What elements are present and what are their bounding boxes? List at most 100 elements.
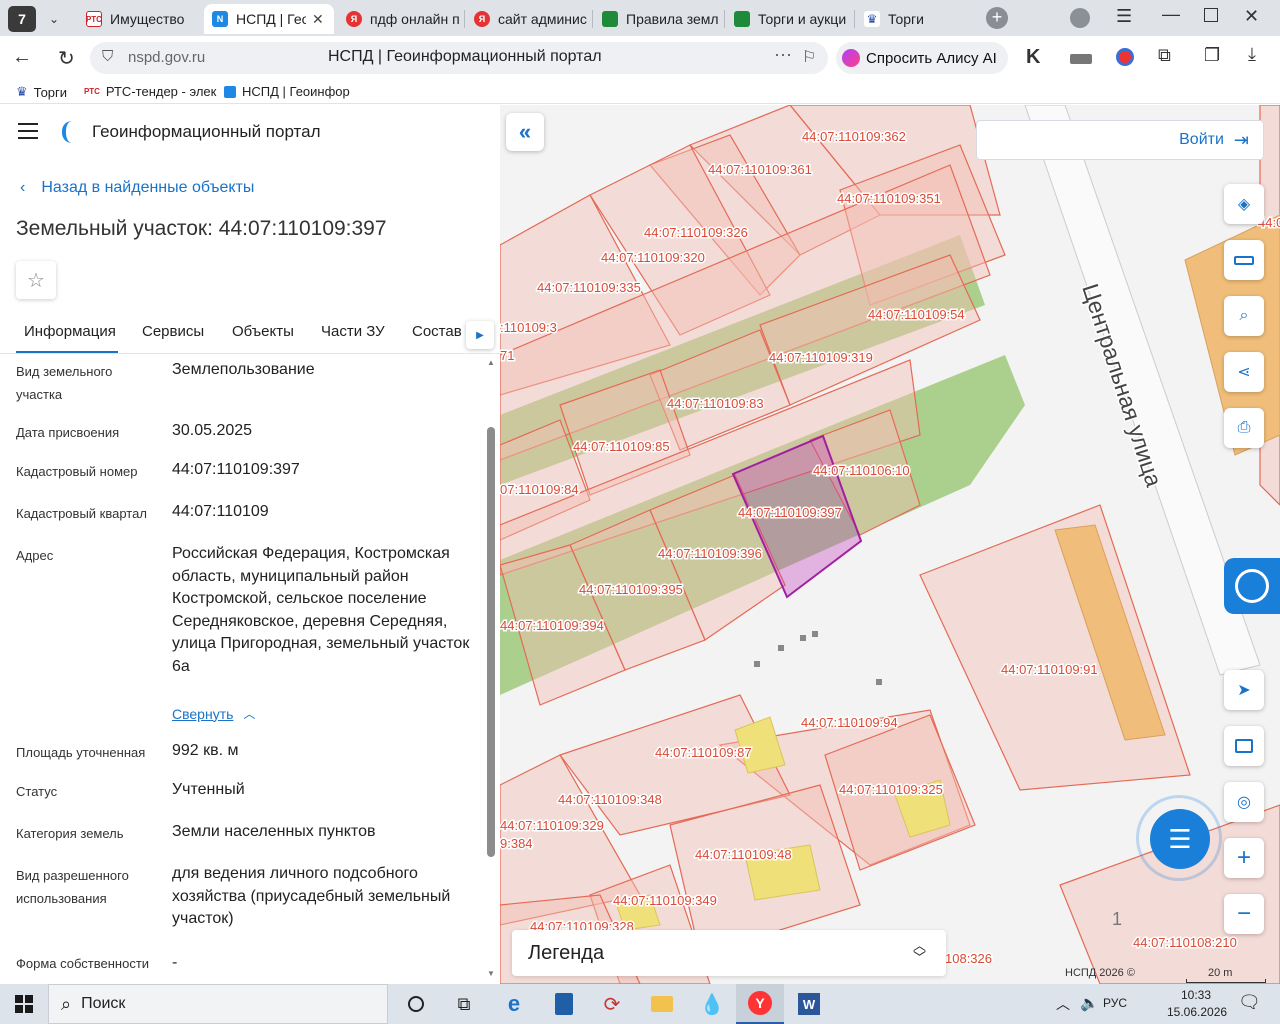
tabs-scroll-right-button[interactable]: ▶ — [466, 321, 494, 349]
windows-taskbar: ⌕ Поиск ⧉ e ⟳ 💧 Y W ︿ 🔈 РУС 10:33 15.06.… — [0, 984, 1280, 1024]
windows-start-icon[interactable] — [10, 990, 38, 1018]
reload-icon[interactable]: ↻ — [58, 46, 75, 71]
tab-pravila-zemlepolzovaniya[interactable]: Правила земл — [594, 4, 722, 34]
share-button[interactable]: ⋖ — [1224, 352, 1264, 392]
tab-objects[interactable]: Объекты — [232, 323, 294, 340]
clock-date[interactable]: 15.06.2026 — [1167, 1005, 1227, 1019]
profile-avatar-icon[interactable] — [1070, 8, 1090, 28]
field-value-land-category: Земли населенных пунктов — [172, 823, 376, 840]
back-arrow-icon[interactable]: ← — [12, 46, 32, 69]
bookmark-torgi[interactable]: ♛ Торги — [16, 84, 67, 100]
panel-scrollbar-thumb[interactable] — [487, 427, 495, 857]
back-to-results-link[interactable]: ‹ Назад в найденные объекты — [20, 179, 254, 197]
close-window-icon[interactable]: ✕ — [1244, 6, 1259, 27]
more-dots-icon[interactable]: ··· — [774, 44, 792, 65]
volume-muted-icon[interactable]: 🔈 — [1080, 994, 1099, 1012]
bookmark-rts-tender[interactable]: РТС РТС-тендер - элек — [84, 84, 216, 99]
cortana-circle-icon[interactable] — [402, 990, 430, 1018]
field-label-ownership-form: Форма собственности — [16, 956, 150, 971]
print-button[interactable]: ⎙ — [1224, 408, 1264, 448]
extensions-puzzle-icon[interactable]: ⧉ — [1158, 45, 1171, 66]
page-title: НСПД | Геоинформационный портал — [328, 48, 602, 65]
zoom-in-button[interactable]: + — [1224, 838, 1264, 878]
tab-services[interactable]: Сервисы — [142, 323, 204, 340]
ask-alice-button[interactable]: Спросить Алису AI — [836, 42, 1008, 74]
notifications-icon[interactable]: 🗨 — [1238, 992, 1261, 1013]
tab-pdf-online[interactable]: Я пдф онлайн п — [338, 4, 462, 34]
tab-list-chevron-icon[interactable]: ⌄ — [42, 8, 66, 30]
panel-scrollbar-up-icon[interactable]: ▲ — [487, 358, 495, 367]
zoom-out-button[interactable]: − — [1224, 894, 1264, 934]
gosuslugi-tab-button[interactable] — [1224, 558, 1280, 614]
restore-window-icon[interactable] — [1204, 8, 1218, 22]
legend-panel[interactable]: Легенда ︿ ﹀ — [512, 930, 946, 976]
file-explorer-icon[interactable] — [648, 990, 676, 1018]
yandex-browser-active[interactable]: Y — [736, 984, 784, 1024]
parcel-label: 44:07:110109:362 — [802, 129, 906, 144]
tab-counter-badge[interactable]: 7 — [8, 6, 36, 32]
tray-chevron-up-icon[interactable]: ︿ — [1056, 994, 1070, 1014]
field-label-parcel-type: Вид земельного участка — [16, 364, 113, 402]
geolocate-button[interactable]: ➤ — [1224, 670, 1264, 710]
clock-time[interactable]: 10:33 — [1181, 988, 1211, 1002]
menu-hamburger-icon[interactable]: ☰ — [1116, 6, 1132, 27]
url-field[interactable]: ⛉ nspd.gov.ru НСПД | Геоинформационный п… — [90, 42, 828, 74]
favorite-star-button[interactable]: ☆ — [16, 261, 56, 299]
url-domain: nspd.gov.ru — [128, 49, 206, 66]
paint-drop-icon[interactable]: 💧 — [698, 990, 726, 1018]
extension-round-icon[interactable] — [1116, 48, 1134, 66]
layers-icon: ◈ — [1237, 196, 1251, 213]
back-link-label: Назад в найденные объекты — [41, 179, 255, 196]
parcel-label: 44:07:110109:320 — [601, 250, 705, 265]
new-tab-plus-icon[interactable]: + — [986, 7, 1008, 29]
bookmark-icon[interactable]: ⚐ — [802, 47, 816, 67]
tab-close-icon[interactable]: ✕ — [312, 11, 324, 28]
ruler-button[interactable] — [1224, 240, 1264, 280]
green-doc-favicon-icon — [602, 11, 618, 27]
bookmark-label: НСПД | Геоинфор — [242, 84, 350, 99]
tab-composition[interactable]: Состав — [412, 323, 462, 340]
panel-scrollbar-down-icon[interactable]: ▼ — [487, 969, 495, 978]
object-title: Земельный участок: 44:07:110109:397 — [16, 217, 387, 240]
chat-button[interactable]: ☰ — [1150, 809, 1210, 869]
tab-nspd[interactable]: N НСПД | Гео ✕ — [204, 4, 334, 34]
downloads-icon[interactable]: ⤓ — [1248, 44, 1256, 65]
parcel-label: 44:07:110109:326 — [644, 225, 748, 240]
tab-site-admin[interactable]: Я сайт админис — [466, 4, 590, 34]
field-value-cadastral-quarter: 44:07:110109 — [172, 503, 269, 520]
collapse-panel-button[interactable]: « — [506, 113, 544, 151]
tab-information[interactable]: Информация — [24, 323, 116, 340]
calculator-icon[interactable] — [550, 990, 578, 1018]
word-icon[interactable]: W — [795, 990, 823, 1018]
taskbar-search-box[interactable]: ⌕ Поиск — [48, 984, 388, 1024]
tab-torgi-i-auktsiony[interactable]: Торги и аукци — [726, 4, 852, 34]
login-button[interactable]: Войти ⇥ — [976, 120, 1264, 160]
language-indicator[interactable]: РУС — [1103, 996, 1127, 1010]
task-view-icon[interactable]: ⧉ — [450, 990, 478, 1018]
find-location-button[interactable]: ◎ — [1224, 782, 1264, 822]
kontur-extension-icon[interactable]: K — [1026, 46, 1040, 69]
tab-separator — [724, 10, 725, 28]
legend-label: Легенда — [528, 941, 605, 964]
menu-hamburger-icon[interactable] — [18, 123, 38, 139]
tab-imushchestvo[interactable]: РТС Имущество — [78, 4, 198, 34]
tab-parts[interactable]: Части ЗУ — [321, 323, 385, 340]
site-info-shield-icon[interactable]: ⛉ — [102, 48, 113, 65]
rts-icon: РТС — [84, 87, 100, 96]
minimize-window-icon[interactable]: — — [1162, 4, 1180, 25]
map-view[interactable]: 44:07:110109:362 44:07:110109:361 44:07:… — [500, 105, 1280, 984]
layers-button[interactable]: ◈ — [1224, 184, 1264, 224]
tab-torgi[interactable]: ♛ Торги — [856, 4, 976, 34]
collections-icon[interactable]: ❐ — [1204, 45, 1220, 66]
area-search-button[interactable]: ⌕ — [1224, 296, 1264, 336]
extension-bar-icon[interactable] — [1070, 54, 1092, 64]
basemap-button[interactable] — [1224, 726, 1264, 766]
collapse-address-link[interactable]: Свернуть ︿ — [172, 705, 255, 722]
bookmark-nspd[interactable]: НСПД | Геоинфор — [224, 84, 350, 99]
map-point — [800, 635, 806, 641]
tab-separator — [464, 10, 465, 28]
coat-of-arms-icon: ♛ — [16, 84, 28, 99]
share-icon: ⋖ — [1237, 364, 1251, 381]
edge-browser-icon[interactable]: e — [500, 990, 528, 1018]
sync-app-icon[interactable]: ⟳ — [598, 990, 626, 1018]
